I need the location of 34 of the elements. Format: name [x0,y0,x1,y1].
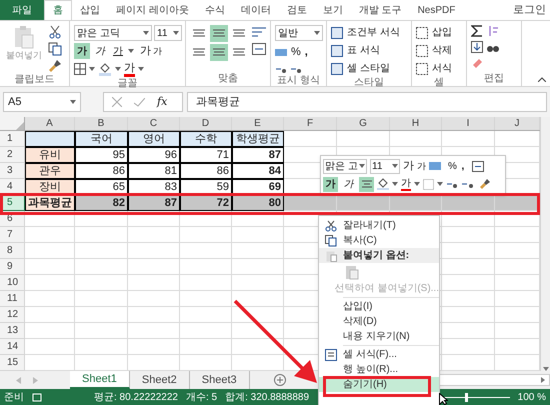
table-cell: 83 [128,179,180,195]
table-cell: 65 [75,179,128,195]
table-cell: 수학 [180,131,232,147]
table-cell: 영어 [128,131,180,147]
table-cell: 72 [180,195,232,211]
table-cell: 국어 [75,131,128,147]
status-text: 준비 [4,390,24,404]
group-label: 스타일 [353,76,385,90]
table-cell: 80 [232,195,284,211]
count-text: 개수: 5 [186,390,218,404]
table-cell: 과목평균 [25,195,75,211]
table-cell: 86 [75,163,128,179]
group-label: 클립보드 [14,73,56,87]
table-cell: 95 [75,147,128,163]
table-cell: 학생평균 [232,131,284,147]
table-cell: 유비 [25,147,75,163]
sum-text: 합계: 320.8888889 [225,390,310,404]
group-label: 맞춤 [217,72,239,86]
table-cell: 87 [232,147,284,163]
group-label: 편집 [483,72,505,86]
table-cell: 82 [75,195,128,211]
group-label: 셀 [433,76,445,90]
table-cell: 관우 [25,163,75,179]
table-cell: 59 [180,179,232,195]
table-cell: 71 [180,147,232,163]
table-cell: 86 [180,163,232,179]
table-cell: 96 [128,147,180,163]
table-cell: 69 [232,179,284,195]
group-label: 표시 형식 [276,74,321,88]
table-cell: 81 [128,163,180,179]
average-text: 평균: 80.22222222 [94,390,178,404]
table-cell: 84 [232,163,284,179]
group-label: 글꼴 [116,76,138,90]
table-cell: 87 [128,195,180,211]
